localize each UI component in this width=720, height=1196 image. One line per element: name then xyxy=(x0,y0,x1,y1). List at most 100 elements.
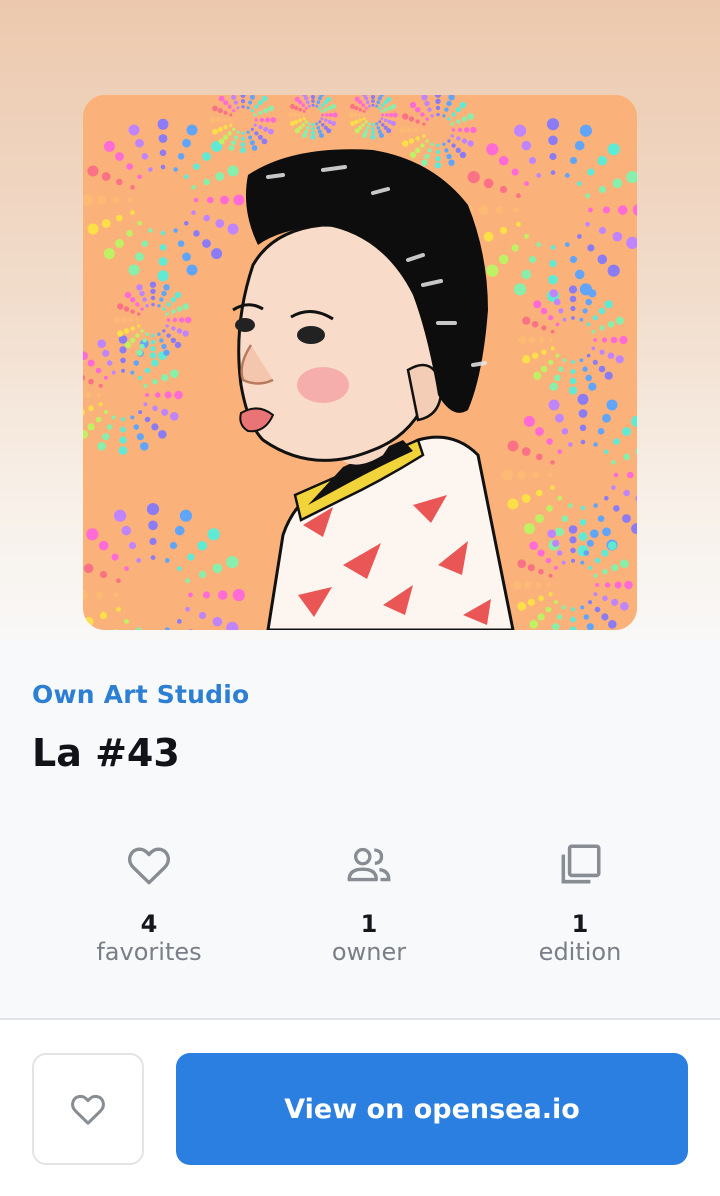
firework-dot xyxy=(602,595,608,602)
firework-dot xyxy=(223,125,228,130)
firework-dot xyxy=(320,117,324,121)
firework-dot xyxy=(362,109,366,113)
firework-dot xyxy=(577,181,582,186)
firework-dot xyxy=(120,357,126,364)
firework-dot xyxy=(123,306,130,312)
firework-dot xyxy=(593,442,598,447)
firework-dot xyxy=(554,374,561,382)
firework-dot xyxy=(163,284,170,291)
firework-dot xyxy=(331,104,336,109)
firework-dot xyxy=(172,317,178,323)
firework-dot xyxy=(268,105,274,112)
firework-dot xyxy=(177,153,185,160)
firework-dot xyxy=(456,136,461,141)
firework-dot xyxy=(215,172,225,181)
firework-dot xyxy=(568,285,578,294)
firework-dot xyxy=(332,112,338,118)
firework-dot xyxy=(569,156,578,165)
firework-dot xyxy=(149,352,157,359)
firework-dot xyxy=(102,349,110,357)
view-on-opensea-button[interactable]: View on opensea.io xyxy=(176,1053,688,1165)
favorite-button[interactable] xyxy=(32,1053,144,1165)
firework-dot xyxy=(570,305,576,312)
firework-dot xyxy=(241,105,245,109)
firework-dot xyxy=(197,540,208,551)
firework-dot xyxy=(135,252,144,262)
collection-name[interactable]: Own Art Studio xyxy=(32,680,688,709)
firework-dot xyxy=(159,149,167,157)
firework-dot xyxy=(549,289,558,298)
firework-dot xyxy=(118,446,128,455)
firework-dot xyxy=(507,440,519,452)
firework-dot xyxy=(141,153,149,160)
firework-dot xyxy=(228,118,232,122)
firework-dot xyxy=(310,134,316,140)
edition-count: 1 xyxy=(571,910,589,938)
firework-dot xyxy=(364,106,368,110)
firework-dot xyxy=(158,257,168,266)
firework-dot xyxy=(174,390,183,400)
firework-dot xyxy=(311,123,315,127)
firework-dot xyxy=(371,127,375,131)
firework-dot xyxy=(116,214,123,222)
firework-dot xyxy=(557,496,562,501)
firework-dot xyxy=(144,367,151,374)
firework-dot xyxy=(258,110,263,115)
firework-dot xyxy=(212,128,218,135)
firework-dot xyxy=(103,375,108,380)
firework-dot xyxy=(263,126,269,132)
firework-dot xyxy=(223,134,229,140)
firework-dot xyxy=(161,343,167,350)
firework-dot xyxy=(386,128,392,134)
firework-dot xyxy=(126,163,133,170)
firework-dot xyxy=(140,442,149,451)
firework-dot xyxy=(160,164,166,170)
firework-dot xyxy=(176,328,183,334)
firework-dot xyxy=(588,207,593,213)
firework-dot xyxy=(95,416,102,423)
firework-dot xyxy=(450,134,454,138)
firework-dot xyxy=(136,433,144,441)
firework-dot xyxy=(570,616,576,623)
firework-dot xyxy=(310,95,316,100)
firework-dot xyxy=(421,159,428,166)
firework-dot xyxy=(229,123,233,127)
firework-dot xyxy=(99,570,108,579)
firework-dot xyxy=(152,405,158,412)
firework-dot xyxy=(555,353,560,358)
firework-dot xyxy=(361,123,366,127)
firework-dot xyxy=(381,103,385,107)
firework-dot xyxy=(615,316,624,325)
firework-dot xyxy=(138,410,143,415)
firework-dot xyxy=(354,128,360,134)
firework-dot xyxy=(467,140,474,147)
firework-dot xyxy=(409,151,417,159)
firework-dot xyxy=(130,326,135,331)
firework-dot xyxy=(592,359,598,365)
firework-dot xyxy=(601,549,609,557)
firework-dot xyxy=(424,100,430,107)
firework-dot xyxy=(587,244,595,252)
firework-dot xyxy=(202,591,211,599)
firework-dot xyxy=(380,117,384,121)
firework-dot xyxy=(451,143,456,148)
firework-dot xyxy=(187,553,195,561)
firework-dot xyxy=(562,358,567,363)
firework-dot xyxy=(248,135,253,140)
firework-dot xyxy=(569,255,578,264)
firework-dot xyxy=(541,349,547,355)
firework-dot xyxy=(523,415,535,427)
firework-dot xyxy=(529,620,538,629)
firework-dot xyxy=(523,523,535,535)
firework-dot xyxy=(498,254,509,265)
firework-dot xyxy=(128,124,140,136)
firework-dot xyxy=(541,325,547,331)
firework-dot xyxy=(550,460,555,465)
owner-count: 1 xyxy=(360,910,378,938)
firework-dot xyxy=(198,611,207,620)
firework-dot xyxy=(227,131,232,136)
firework-dot xyxy=(111,415,116,420)
firework-dot xyxy=(623,489,630,497)
firework-dot xyxy=(171,309,176,314)
firework-dot xyxy=(173,167,178,172)
